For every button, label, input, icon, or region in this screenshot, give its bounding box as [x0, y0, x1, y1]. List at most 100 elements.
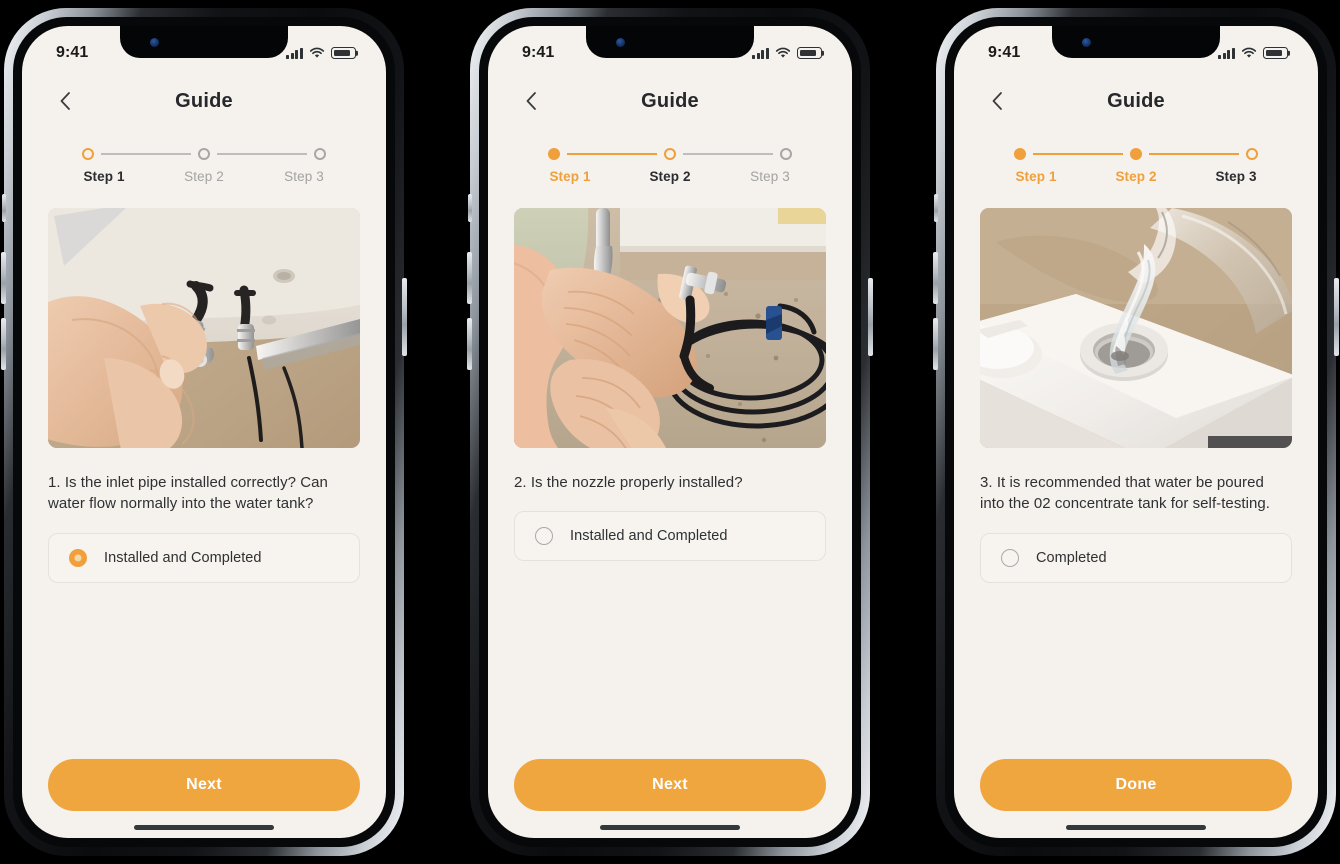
phone-screen-3: 9:41 Guide Step 1 Step 2 Step 3 3. It is… [933, 8, 1339, 856]
stepper-dot-3[interactable] [314, 148, 326, 160]
step-photo [980, 208, 1292, 448]
chevron-left-icon [992, 92, 1002, 110]
stepper-connector-1 [1033, 153, 1123, 155]
stepper-connector-1 [101, 153, 191, 155]
step-photo [48, 208, 360, 448]
volume-up-button[interactable] [1, 252, 6, 304]
answer-option[interactable]: Installed and Completed [48, 532, 360, 583]
screen-content: 3. It is recommended that water be poure… [954, 184, 1318, 759]
phone-mockup-stage: 9:41 Guide Step 1 Step 2 Step 3 1. Is th… [0, 0, 1340, 864]
screen-content: 1. Is the inlet pipe installed correctly… [22, 184, 386, 759]
volume-up-button[interactable] [467, 252, 472, 304]
wifi-icon [775, 47, 791, 58]
stepper-track [520, 148, 820, 160]
device-screen: 9:41 Guide [488, 26, 852, 838]
home-indicator[interactable] [134, 825, 274, 830]
chevron-left-icon [526, 92, 536, 110]
screen-footer: Next [22, 759, 386, 838]
stepper-connector-2 [683, 153, 773, 155]
answer-label: Installed and Completed [104, 549, 262, 566]
status-time: 9:41 [56, 44, 89, 61]
cellular-bars-icon [286, 47, 303, 59]
power-button[interactable] [1334, 278, 1339, 356]
stepper-connector-1 [567, 153, 657, 155]
question-text: 3. It is recommended that water be poure… [980, 474, 1270, 513]
stepper-track [54, 148, 354, 160]
stepper-label-2: Step 2 [649, 169, 691, 184]
cellular-bars-icon [752, 47, 769, 59]
stepper-dot-3[interactable] [780, 148, 792, 160]
wifi-icon [1241, 47, 1257, 58]
radio-button-selected-icon[interactable] [69, 548, 87, 567]
pour-water-photo-illustration [980, 208, 1292, 448]
back-button[interactable] [48, 84, 82, 118]
stepper-connector-2 [1149, 153, 1239, 155]
stepper-dot-2[interactable] [1130, 148, 1142, 160]
phone-screen-2: 9:41 Guide Step 1 Step 2 Step 3 2. Is th… [467, 8, 873, 856]
phone-screen-1: 9:41 Guide Step 1 Step 2 Step 3 1. Is th… [1, 8, 407, 856]
stepper-label-3: Step 3 [750, 169, 790, 184]
chevron-left-icon [60, 92, 70, 110]
mute-switch-button[interactable] [934, 194, 938, 222]
stepper-dot-1[interactable] [1014, 148, 1026, 160]
mute-switch-button[interactable] [468, 194, 472, 222]
step-photo [514, 208, 826, 448]
stepper-labels: Step 1 Step 2 Step 3 [520, 169, 820, 184]
stepper-labels: Step 1 Step 2 Step 3 [986, 169, 1286, 184]
stepper-label-1: Step 1 [1015, 169, 1057, 184]
stepper-connector-2 [217, 153, 307, 155]
status-time: 9:41 [522, 44, 555, 61]
volume-down-button[interactable] [933, 318, 938, 370]
stepper-label-2: Step 2 [1115, 169, 1157, 184]
stepper-track [986, 148, 1286, 160]
notch [1052, 26, 1220, 58]
progress-stepper: Step 1 Step 2 Step 3 [22, 130, 386, 184]
question-text: 2. Is the nozzle properly installed? [514, 474, 743, 491]
radio-button-unselected-icon[interactable] [1001, 548, 1019, 567]
stepper-dot-3[interactable] [1246, 148, 1258, 160]
power-button[interactable] [868, 278, 873, 356]
progress-stepper: Step 1 Step 2 Step 3 [954, 130, 1318, 184]
device-screen: 9:41 Guide [954, 26, 1318, 838]
nav-bar: Guide [22, 72, 386, 130]
notch [120, 26, 288, 58]
home-indicator[interactable] [600, 825, 740, 830]
device-screen: 9:41 Guide [22, 26, 386, 838]
stepper-labels: Step 1 Step 2 Step 3 [54, 169, 354, 184]
notch [586, 26, 754, 58]
answer-label: Installed and Completed [570, 528, 728, 545]
answer-option[interactable]: Installed and Completed [514, 511, 826, 562]
cellular-bars-icon [1218, 47, 1235, 59]
home-indicator[interactable] [1066, 825, 1206, 830]
status-time: 9:41 [988, 44, 1021, 61]
answer-option[interactable]: Completed [980, 532, 1292, 583]
power-button[interactable] [402, 278, 407, 356]
stepper-dot-2[interactable] [198, 148, 210, 160]
screen-footer: Done [954, 759, 1318, 838]
mute-switch-button[interactable] [2, 194, 6, 222]
front-camera-icon [1082, 38, 1091, 47]
done-button[interactable]: Done [980, 759, 1292, 811]
back-button[interactable] [514, 84, 548, 118]
radio-button-unselected-icon[interactable] [535, 527, 553, 546]
stepper-dot-1[interactable] [82, 148, 94, 160]
next-button[interactable]: Next [514, 759, 826, 811]
stepper-dot-2[interactable] [664, 148, 676, 160]
back-button[interactable] [980, 84, 1014, 118]
nozzle-install-photo-illustration [514, 208, 826, 448]
status-icons [1218, 47, 1288, 59]
front-camera-icon [150, 38, 159, 47]
stepper-label-2: Step 2 [184, 169, 224, 184]
battery-icon [331, 47, 356, 59]
stepper-dot-1[interactable] [548, 148, 560, 160]
volume-up-button[interactable] [933, 252, 938, 304]
answer-label: Completed [1036, 549, 1107, 566]
volume-down-button[interactable] [1, 318, 6, 370]
stepper-label-1: Step 1 [549, 169, 591, 184]
stepper-label-3: Step 3 [1215, 169, 1257, 184]
inlet-pipe-photo-illustration [48, 208, 360, 448]
next-button[interactable]: Next [48, 759, 360, 811]
volume-down-button[interactable] [467, 318, 472, 370]
wifi-icon [309, 47, 325, 58]
nav-bar: Guide [954, 72, 1318, 130]
